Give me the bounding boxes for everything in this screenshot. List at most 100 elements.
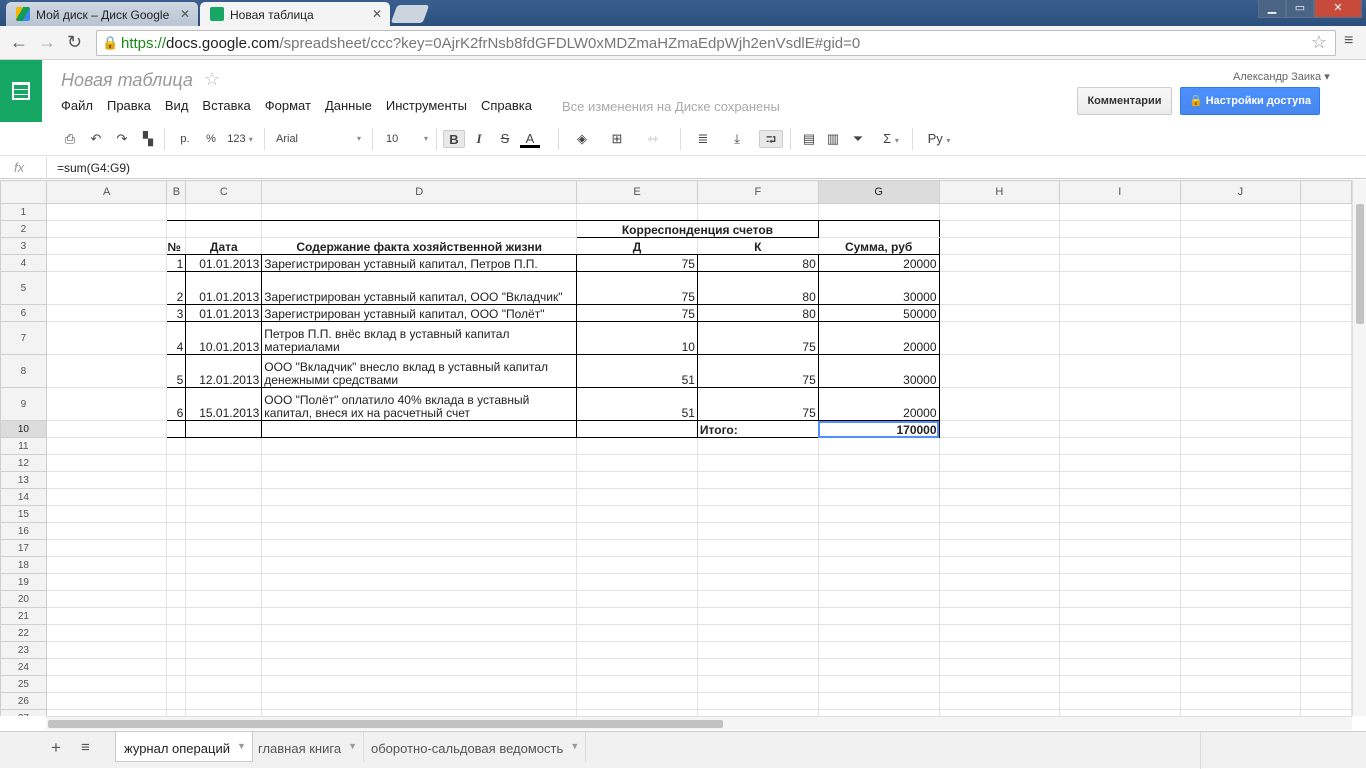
cell-debit[interactable]: 75: [576, 254, 698, 272]
cell[interactable]: [1300, 539, 1352, 557]
cell[interactable]: [576, 539, 698, 557]
cell[interactable]: [166, 624, 187, 642]
cell[interactable]: [576, 573, 698, 591]
cell[interactable]: [1179, 590, 1302, 608]
cell-number[interactable]: 3: [166, 304, 187, 322]
cell[interactable]: [1300, 220, 1352, 238]
cell[interactable]: [45, 624, 168, 642]
cell[interactable]: [817, 437, 940, 455]
cell-sum[interactable]: 20000: [817, 254, 940, 272]
cell[interactable]: [1179, 505, 1302, 523]
cell[interactable]: [1059, 321, 1181, 355]
cell[interactable]: [166, 675, 187, 693]
cell[interactable]: [696, 624, 819, 642]
cell[interactable]: [1300, 271, 1352, 305]
row-header[interactable]: 1: [0, 203, 47, 221]
cell[interactable]: [817, 539, 940, 557]
cell[interactable]: [1300, 556, 1352, 574]
row-header[interactable]: 14: [0, 488, 47, 506]
cell[interactable]: [576, 590, 698, 608]
column-header-h[interactable]: H: [938, 180, 1061, 204]
cell[interactable]: [166, 573, 187, 591]
insert-chart-icon[interactable]: ▥: [823, 130, 843, 148]
cell[interactable]: [576, 454, 698, 472]
cell[interactable]: [938, 573, 1061, 591]
cell-header-correspondence[interactable]: Корреспонденция счетов: [576, 220, 819, 238]
back-icon[interactable]: ←: [10, 32, 28, 53]
undo-icon[interactable]: ↶: [88, 130, 104, 148]
cell[interactable]: [261, 624, 578, 642]
cell[interactable]: [696, 607, 819, 625]
menu-edit[interactable]: Правка: [107, 98, 151, 113]
cell[interactable]: [938, 658, 1061, 676]
cell[interactable]: [185, 556, 263, 574]
cell[interactable]: [45, 220, 168, 238]
row-header[interactable]: 3: [0, 237, 47, 255]
cell[interactable]: [1179, 658, 1302, 676]
cell[interactable]: [261, 607, 578, 625]
cell[interactable]: [576, 505, 698, 523]
cell[interactable]: [696, 675, 819, 693]
cell-date[interactable]: 15.01.2013: [185, 387, 263, 421]
horizontal-scroll-thumb[interactable]: [48, 720, 723, 728]
maximize-icon[interactable]: ▭: [1286, 0, 1314, 18]
forward-icon[interactable]: →: [38, 32, 56, 53]
cell[interactable]: [1179, 675, 1302, 693]
cell-date[interactable]: 01.01.2013: [185, 304, 263, 322]
cell[interactable]: [45, 271, 168, 305]
insert-comment-icon[interactable]: ▤: [800, 130, 818, 148]
cell[interactable]: [1179, 271, 1302, 305]
cell[interactable]: [45, 437, 168, 455]
cell[interactable]: [45, 573, 168, 591]
cell[interactable]: [1059, 522, 1181, 540]
cell[interactable]: [817, 220, 940, 238]
column-header-c[interactable]: C: [185, 180, 263, 204]
cell-sum[interactable]: 20000: [817, 321, 940, 355]
cell[interactable]: [576, 658, 698, 676]
cell[interactable]: [1179, 471, 1302, 489]
cell[interactable]: [261, 454, 578, 472]
cell[interactable]: [45, 641, 168, 659]
cell[interactable]: [261, 220, 578, 238]
cell[interactable]: [1059, 454, 1181, 472]
row-header[interactable]: 24: [0, 658, 47, 676]
formula-input[interactable]: =sum(G4:G9): [57, 161, 130, 175]
cell-number[interactable]: 2: [166, 271, 187, 305]
cell[interactable]: [1300, 692, 1352, 710]
paint-format-icon[interactable]: ▚: [140, 130, 156, 148]
row-header[interactable]: 4: [0, 254, 47, 272]
cell[interactable]: [1059, 220, 1181, 238]
cell-description[interactable]: Петров П.П. внёс вклад в уставный капита…: [261, 321, 578, 355]
minimize-icon[interactable]: ▁: [1258, 0, 1286, 18]
row-header[interactable]: 11: [0, 437, 47, 455]
column-header-a[interactable]: A: [45, 180, 168, 204]
cell[interactable]: [1300, 420, 1352, 438]
cell[interactable]: [1300, 471, 1352, 489]
redo-icon[interactable]: ↷: [114, 130, 130, 148]
cell[interactable]: [576, 607, 698, 625]
cell[interactable]: [261, 522, 578, 540]
cell[interactable]: [45, 420, 168, 438]
filter-icon[interactable]: ⏷: [849, 130, 867, 148]
cell-debit[interactable]: 75: [576, 271, 698, 305]
cell-credit[interactable]: 75: [696, 321, 819, 355]
cell-total-label[interactable]: Итого:: [696, 420, 819, 438]
cell[interactable]: [45, 505, 168, 523]
cell-description[interactable]: ООО "Вкладчик" внесло вклад в уставный к…: [261, 354, 578, 388]
cell[interactable]: [938, 254, 1061, 272]
cell[interactable]: [576, 420, 698, 438]
cell[interactable]: [261, 203, 578, 221]
cell[interactable]: [1059, 641, 1181, 659]
row-header[interactable]: 13: [0, 471, 47, 489]
cell-description[interactable]: Зарегистрирован уставный капитал, Петров…: [261, 254, 578, 272]
cell[interactable]: [817, 505, 940, 523]
horizontal-align-icon[interactable]: ≣: [690, 130, 716, 148]
cell-date[interactable]: 12.01.2013: [185, 354, 263, 388]
cell[interactable]: [576, 556, 698, 574]
row-header[interactable]: 25: [0, 675, 47, 693]
cell[interactable]: [938, 505, 1061, 523]
cell[interactable]: [576, 692, 698, 710]
cell[interactable]: [938, 354, 1061, 388]
user-account[interactable]: Александр Заика ▾: [1233, 70, 1330, 83]
menu-help[interactable]: Справка: [481, 98, 532, 113]
